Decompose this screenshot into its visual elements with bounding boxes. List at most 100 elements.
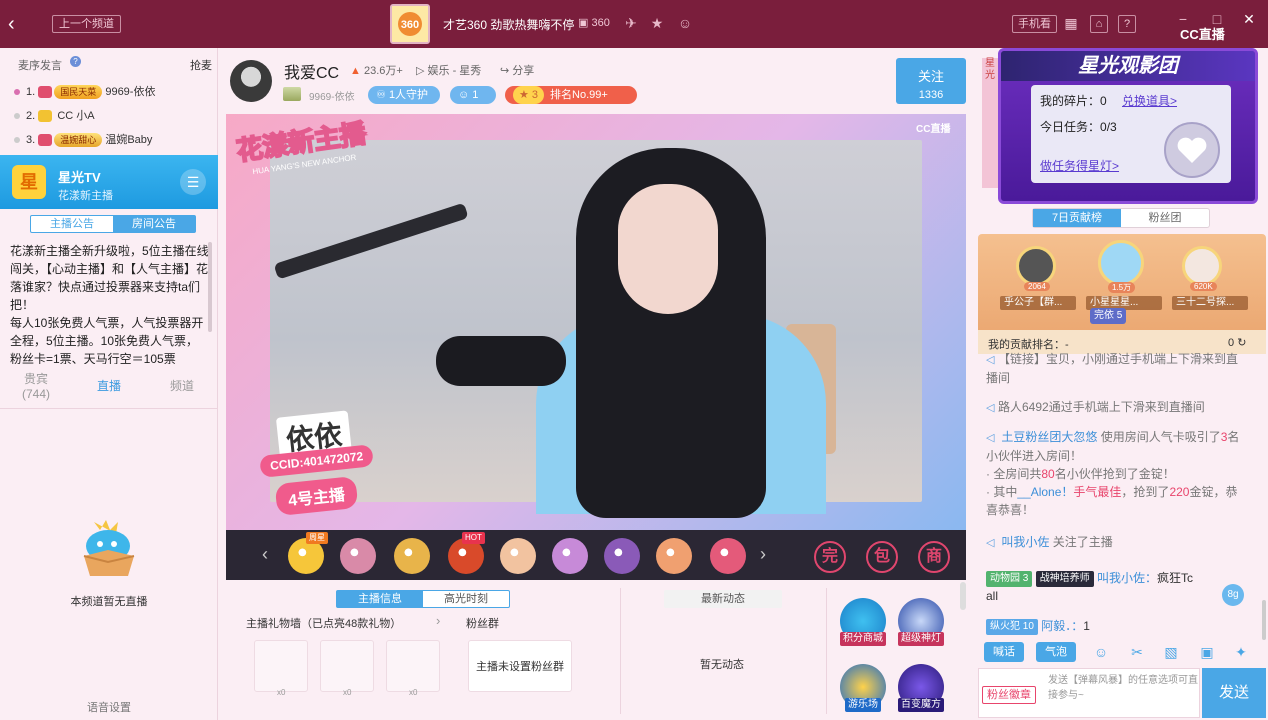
action-bag-icon[interactable]: 包 <box>866 541 898 573</box>
bell-icon[interactable]: ⌂ <box>1090 15 1108 33</box>
gamepad-icon <box>38 134 53 147</box>
fans-pill[interactable]: ☺ 1 <box>450 86 496 104</box>
rank1-score: 1.5万 <box>1108 282 1136 293</box>
mic-rank-item[interactable]: 1. 国民天菜 9969-依依 <box>14 82 155 102</box>
tab-vip[interactable]: 贵宾 (744) <box>0 368 72 408</box>
gift-item[interactable] <box>500 538 536 574</box>
chat-user[interactable]: 土豆粉丝团大忽悠 <box>1001 430 1097 444</box>
tab-room-announcement[interactable]: 房间公告 <box>113 216 195 232</box>
menu-icon[interactable]: ☰ <box>180 169 206 195</box>
refresh-icon[interactable]: ↻ <box>1237 337 1246 349</box>
tab-fan-club[interactable]: 粉丝团 <box>1121 209 1209 227</box>
image-icon[interactable]: ▧ <box>1162 643 1180 661</box>
grid-icon[interactable]: ▦ <box>1062 15 1080 33</box>
tab-anchor-info[interactable]: 主播信息 <box>337 591 423 607</box>
help-icon[interactable]: ? <box>70 56 81 67</box>
plane-icon[interactable]: ✈ <box>622 14 640 32</box>
do-task-link[interactable]: 做任务得星灯> <box>1040 157 1119 174</box>
chat-bubble-badge: 8g <box>1222 584 1244 606</box>
mic-rank-item[interactable]: 3. 温婉甜心 温婉Baby <box>14 130 152 150</box>
rank1-avatar[interactable] <box>1098 240 1144 286</box>
rank3-avatar[interactable] <box>1182 246 1222 286</box>
guard-pill[interactable]: ♾ 1人守护 <box>368 86 440 104</box>
chevron-left-icon[interactable]: ‹ <box>262 544 268 565</box>
gift-item[interactable] <box>552 538 588 574</box>
video-player[interactable]: 花漾新主播 HUA YANG'S NEW ANCHOR CC直播 依依 CCID… <box>226 114 966 530</box>
guild-name[interactable]: 9969-依依 <box>309 88 355 103</box>
chat-input-placeholder[interactable]: 发送【弹幕风暴】的任意选项可直接参与~ <box>1048 673 1200 703</box>
grab-mic-button[interactable]: 抢麦 <box>190 57 212 73</box>
anchor-category[interactable]: ▷ 娱乐 - 星秀 <box>416 62 481 78</box>
center-scrollbar[interactable] <box>960 582 966 610</box>
gift-wall-title[interactable]: 主播礼物墙（已点亮48款礼物） <box>246 615 401 631</box>
heart-badge-icon <box>1164 122 1220 178</box>
share-button[interactable]: ↪ 分享 <box>500 62 534 78</box>
task-row: 今日任务：0/3 <box>1040 120 1117 134</box>
back-arrow-icon[interactable]: ‹ <box>8 12 28 36</box>
gift-item[interactable] <box>394 538 430 574</box>
gift-item[interactable] <box>656 538 692 574</box>
channel-card[interactable]: 星 星光TV 花漾新主播 ☰ <box>0 155 218 209</box>
pin-icon[interactable]: ✦ <box>1232 643 1250 661</box>
fan-group-title: 粉丝群 <box>466 618 499 630</box>
chevron-right-icon[interactable]: › <box>436 613 440 628</box>
prev-channel-button[interactable]: 上一个频道 <box>52 15 121 33</box>
gift-item[interactable] <box>604 538 640 574</box>
rank-pill[interactable]: ★ 3 排名No.99+ <box>505 86 637 104</box>
active-dot-icon <box>14 89 20 96</box>
tab-live[interactable]: 直播 <box>73 368 145 408</box>
gift-wall-item[interactable] <box>320 640 374 692</box>
mic-rank-item[interactable]: 2. CC 小A <box>14 106 95 126</box>
anchor-avatar[interactable] <box>230 60 272 102</box>
left-bottom-tabs: 贵宾 (744) 直播 频道 <box>0 368 218 408</box>
tab-divider <box>0 408 218 409</box>
side-promo-strip[interactable]: 星光 <box>982 58 998 188</box>
channel-id: ▣ 360 <box>578 17 610 29</box>
close-icon[interactable]: ✕ <box>1240 10 1258 28</box>
users-icon[interactable]: ☺ <box>676 14 694 32</box>
tab-latest-news[interactable]: 最新动态 <box>664 590 782 608</box>
fan-badge-button[interactable]: 粉丝徽章 <box>982 686 1036 704</box>
tab-anchor-announcement[interactable]: 主播公告 <box>31 216 113 232</box>
gift-wall-item[interactable] <box>254 640 308 692</box>
action-shop-icon[interactable]: 商 <box>918 541 950 573</box>
anchor-name: 我爱CC <box>284 65 340 82</box>
shout-button[interactable]: 喊话 <box>984 642 1024 662</box>
guild-icon <box>283 87 301 101</box>
face-icon <box>38 110 53 123</box>
tab-channel[interactable]: 频道 <box>146 368 218 408</box>
chat-user[interactable]: 叫我小佐 <box>1001 535 1049 549</box>
lock-icon[interactable]: ▣ <box>1198 643 1216 661</box>
gift-item[interactable] <box>340 538 376 574</box>
inactive-dot-icon <box>14 113 20 120</box>
phone-view-button[interactable]: 手机看 <box>1012 15 1057 33</box>
chevron-right-icon[interactable]: › <box>760 544 766 565</box>
emoji-icon[interactable]: ☺ <box>1092 643 1110 661</box>
send-button[interactable]: 发送 <box>1202 668 1266 718</box>
announcement-scrollbar[interactable] <box>208 242 212 332</box>
rank2-avatar[interactable] <box>1016 246 1056 286</box>
banner-title: 星光观影团 <box>1001 51 1255 81</box>
tab-7day-contribution[interactable]: 7日贡献榜 <box>1033 209 1121 227</box>
action-complete-icon[interactable]: 完 <box>814 541 846 573</box>
chat-user[interactable]: 阿毅．： <box>1041 619 1083 633</box>
no-news-text: 暂无动态 <box>700 659 744 671</box>
fan-level-badge: 完依 5 <box>1090 308 1127 324</box>
scissors-icon[interactable]: ✂ <box>1128 643 1146 661</box>
tab-highlights[interactable]: 高光时刻 <box>423 591 509 607</box>
star-watch-banner[interactable]: 星光观影团 <box>998 48 1258 204</box>
follow-button[interactable]: 关注 1336 <box>896 58 966 104</box>
chat-user[interactable]: 叫我小佐： <box>1097 571 1157 585</box>
fan-badge: 纵火犯 10 <box>986 618 1038 635</box>
gift-item[interactable] <box>710 538 746 574</box>
gift-tag: HOT <box>462 532 485 544</box>
bubble-button[interactable]: 气泡 <box>1036 642 1076 662</box>
chat-message: ◁ 土豆粉丝团大忽悠 使用房间人气卡吸引了3名小伙伴进入房间！ · 全房间共80… <box>986 430 1240 517</box>
gift-wall-item[interactable] <box>386 640 440 692</box>
help-icon[interactable]: ? <box>1118 15 1136 33</box>
star-icon[interactable]: ★ <box>648 14 666 32</box>
redeem-link[interactable]: 兑换道具> <box>1122 92 1177 109</box>
chat-message: 纵火犯 10 阿毅．：1 <box>986 617 1242 635</box>
chat-scrollbar[interactable] <box>1262 600 1266 640</box>
voice-settings-button[interactable]: 语音设置 <box>0 699 218 715</box>
